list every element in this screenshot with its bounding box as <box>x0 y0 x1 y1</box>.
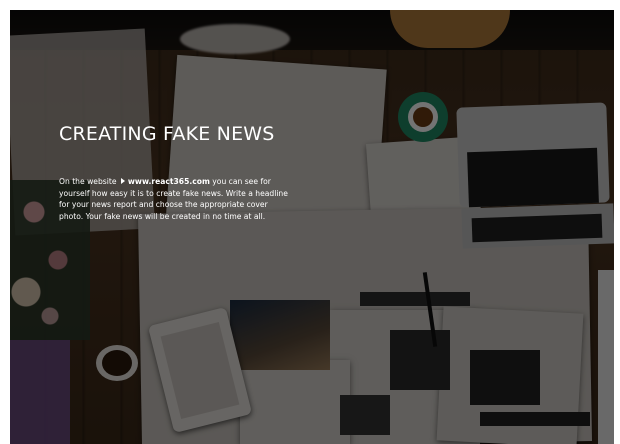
hero-banner: CREATING FAKE NEWS On the website www.re… <box>10 10 614 444</box>
hero-text-prefix: On the website <box>59 176 119 186</box>
website-link[interactable]: www.react365.com <box>119 177 210 186</box>
hero-description: On the website www.react365.com you can … <box>59 176 291 224</box>
arrow-right-icon <box>120 177 125 184</box>
dark-overlay <box>10 10 614 444</box>
hero-title: CREATING FAKE NEWS <box>59 123 275 145</box>
website-link-label: www.react365.com <box>127 176 210 186</box>
